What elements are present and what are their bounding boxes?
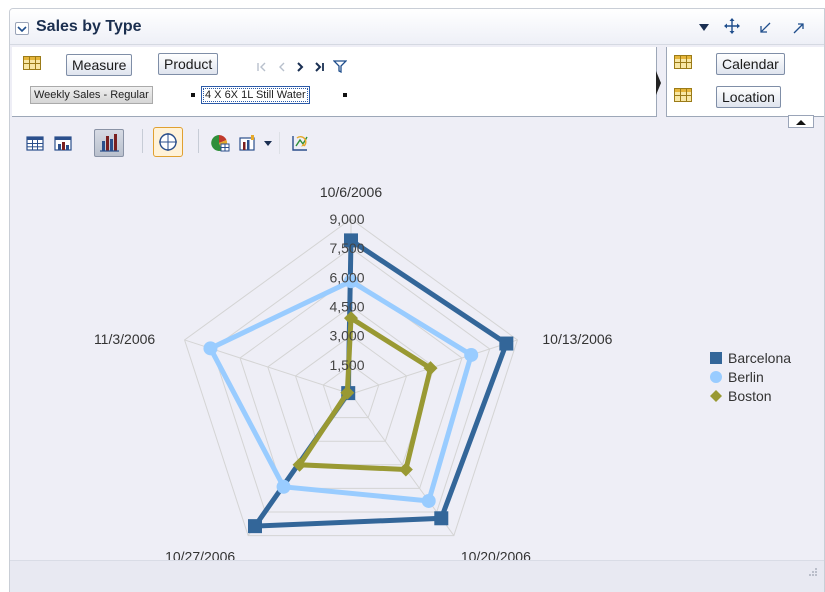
last-page-icon[interactable] <box>313 61 327 73</box>
data-point <box>464 347 479 362</box>
radial-tick-label: 7,500 <box>329 240 364 256</box>
triangle-down-icon[interactable] <box>698 21 710 33</box>
restore-icon[interactable] <box>758 21 772 35</box>
next-page-icon[interactable] <box>294 61 306 73</box>
data-point <box>499 336 514 351</box>
radial-tick-label: 4,500 <box>329 299 364 315</box>
legend-label: Berlin <box>728 369 764 385</box>
location-grid-icon <box>674 88 692 102</box>
chevron-down-icon <box>17 26 27 33</box>
toolbar-separator <box>142 129 143 153</box>
legend-label: Boston <box>728 388 772 404</box>
legend-marker <box>710 352 722 364</box>
move-icon[interactable] <box>724 18 740 34</box>
location-button[interactable]: Location <box>716 86 781 108</box>
measure-button[interactable]: Measure <box>66 54 133 76</box>
previous-page-icon[interactable] <box>276 61 288 73</box>
radar-chart-button[interactable] <box>153 127 183 157</box>
radar-chart: 9,000 7,500 6,000 4,500 3,000 1,500 10/6/2006 1… <box>94 184 791 565</box>
toolbar-separator <box>279 132 280 154</box>
radar-chart-icon <box>159 133 177 151</box>
data-point <box>247 519 262 534</box>
bar-chart-button[interactable] <box>94 129 124 157</box>
chart-type-icon[interactable] <box>238 133 258 153</box>
edge-splitter[interactable] <box>656 71 661 95</box>
calendar-grid-icon <box>674 55 692 69</box>
collapse-button[interactable] <box>15 22 29 35</box>
radial-tick-label: 3,000 <box>329 328 364 344</box>
triangle-up-icon <box>796 120 806 125</box>
radial-tick-label: 6,000 <box>329 269 364 285</box>
measure-selection[interactable]: Weekly Sales - Regular <box>30 86 153 104</box>
radial-tick-label: 9,000 <box>329 211 364 227</box>
data-point <box>276 479 291 494</box>
chart-area: 9,000 7,500 6,000 4,500 3,000 1,500 10/6/2006 1… <box>10 162 824 565</box>
panel-footer <box>10 560 824 592</box>
series-line-barcelona <box>250 235 510 529</box>
maximize-icon[interactable] <box>792 21 806 35</box>
bar-chart-icon <box>100 134 119 152</box>
data-point <box>434 511 449 526</box>
panel-titlebar: Sales by Type <box>10 9 824 45</box>
resize-grip-icon[interactable] <box>806 566 818 578</box>
category-label: 10/27/2006 <box>165 549 235 560</box>
pie-table-icon[interactable] <box>210 133 230 153</box>
toolbar-separator <box>198 129 199 153</box>
dimension-grid-icon <box>23 56 41 70</box>
data-point <box>421 493 436 508</box>
product-button[interactable]: Product <box>158 53 219 75</box>
swap-axes-icon[interactable] <box>290 133 310 153</box>
scroll-up-button[interactable] <box>788 115 814 128</box>
table-chart-icon[interactable] <box>53 133 73 153</box>
series-line-boston <box>295 313 434 473</box>
category-label: 10/13/2006 <box>542 331 612 347</box>
legend-label: Barcelona <box>728 350 791 366</box>
first-page-icon[interactable] <box>256 61 268 73</box>
dropdown-icon[interactable] <box>263 140 273 148</box>
selection-marker <box>191 93 195 97</box>
category-label: 10/20/2006 <box>461 549 531 560</box>
product-selection[interactable]: 4 X 6X 1L Still Water <box>201 86 310 104</box>
panel-title: Sales by Type <box>36 18 142 35</box>
data-point <box>203 341 218 356</box>
calendar-button[interactable]: Calendar <box>716 53 785 75</box>
category-label: 10/6/2006 <box>320 184 382 200</box>
radial-tick-label: 1,500 <box>329 357 364 373</box>
table-icon[interactable] <box>25 133 45 153</box>
category-label: 11/3/2006 <box>94 331 155 347</box>
selection-marker <box>343 93 347 97</box>
legend-marker <box>710 371 722 383</box>
filter-icon[interactable] <box>333 60 347 73</box>
legend-marker <box>710 390 722 402</box>
